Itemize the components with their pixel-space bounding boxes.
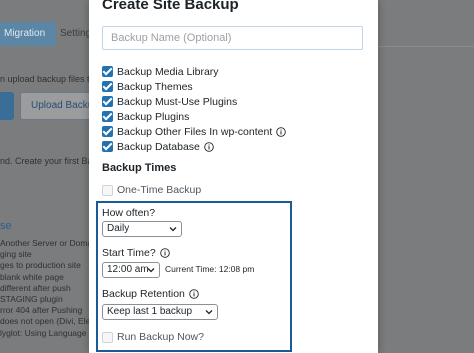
option-must-use-plugins[interactable]: Backup Must-Use Plugins: [102, 94, 372, 109]
start-time-value: 12:00 am: [107, 264, 149, 275]
divider: [378, 46, 474, 47]
option-label: Backup Media Library: [117, 65, 219, 78]
info-circle-icon[interactable]: [189, 289, 199, 299]
option-label: Backup Database: [117, 140, 200, 153]
backup-options-list: Backup Media Library Backup Themes Backu…: [102, 64, 372, 154]
modal-title: Create Site Backup: [102, 0, 239, 13]
background-section-title: se: [0, 220, 12, 232]
start-time-label: Start Time?: [102, 247, 170, 259]
list-item[interactable]: rror 404 after Pushing: [0, 305, 100, 316]
retention-label-text: Backup Retention: [102, 288, 185, 300]
checkbox-checked-icon[interactable]: [102, 81, 113, 92]
background-help-list: Another Server or Domain ging site ges t…: [0, 238, 100, 339]
info-circle-icon[interactable]: [159, 248, 170, 258]
upload-hint-text: n upload backup files to a: [0, 74, 100, 84]
checkbox-checked-icon[interactable]: [102, 96, 113, 107]
checkbox-checked-icon[interactable]: [102, 66, 113, 77]
option-plugins[interactable]: Backup Plugins: [102, 109, 372, 124]
list-item[interactable]: ges to production site: [0, 260, 100, 271]
info-circle-icon[interactable]: [204, 141, 214, 152]
run-backup-now-option[interactable]: Run Backup Now?: [102, 330, 204, 344]
background-right-panel: [378, 0, 474, 353]
retention-value: Keep last 1 backup: [107, 306, 193, 317]
retention-select[interactable]: Keep last 1 backup: [102, 304, 218, 320]
list-item[interactable]: STAGING plugin: [0, 294, 100, 305]
checkbox-checked-icon[interactable]: [102, 141, 113, 152]
how-often-label-text: How often?: [102, 207, 156, 219]
option-database[interactable]: Backup Database: [102, 139, 372, 154]
checkbox-unchecked-icon[interactable]: [102, 331, 113, 343]
list-item[interactable]: different after push: [0, 283, 100, 294]
checkbox-unchecked-icon[interactable]: [102, 184, 113, 196]
info-circle-icon[interactable]: [276, 126, 287, 137]
tab-migration[interactable]: Migration: [0, 22, 56, 46]
how-often-label: How often?: [102, 207, 155, 219]
option-label: Backup Must-Use Plugins: [117, 95, 238, 108]
checkbox-checked-icon[interactable]: [102, 111, 113, 122]
backup-times-heading: Backup Times: [102, 162, 177, 174]
one-time-backup-option[interactable]: One-Time Backup: [102, 183, 201, 197]
list-item[interactable]: blank white page: [0, 272, 100, 283]
background-actions: Upload Backup: [0, 92, 100, 122]
option-themes[interactable]: Backup Themes: [102, 79, 372, 94]
start-time-select[interactable]: 12:00 am: [102, 262, 160, 278]
chevron-down-icon: [205, 310, 213, 315]
option-label: Backup Themes: [117, 80, 193, 93]
chevron-down-icon: [147, 268, 155, 273]
list-item[interactable]: lyglot: Using Language Co: [0, 328, 100, 339]
start-time-label-text: Start Time?: [102, 247, 156, 259]
create-backup-modal: Create Site Backup Backup Media Library …: [89, 0, 378, 353]
empty-state-text: nd. Create your first Backup: [0, 156, 100, 166]
list-item[interactable]: Another Server or Domain: [0, 238, 100, 249]
option-label: Backup Plugins: [117, 110, 190, 123]
list-item[interactable]: does not open (Divi, Elemen: [0, 316, 100, 327]
chevron-down-icon: [169, 227, 177, 232]
current-time-text: Current Time: 12:08 pm: [165, 264, 255, 274]
retention-label: Backup Retention: [102, 288, 199, 300]
one-time-backup-label: One-Time Backup: [117, 184, 202, 196]
list-item[interactable]: ging site: [0, 249, 100, 260]
create-backup-button[interactable]: [0, 92, 14, 120]
how-often-select[interactable]: Daily: [102, 221, 182, 237]
how-often-value: Daily: [107, 223, 130, 234]
checkbox-checked-icon[interactable]: [102, 126, 113, 137]
option-other-files[interactable]: Backup Other Files In wp-content: [102, 124, 372, 139]
option-label: Backup Other Files In wp-content: [117, 125, 273, 138]
run-backup-now-label: Run Backup Now?: [117, 331, 204, 343]
backup-name-input[interactable]: [102, 26, 363, 50]
upload-backup-button[interactable]: Upload Backup: [20, 92, 100, 120]
background-tabs: Migration Settings: [0, 22, 100, 46]
option-media-library[interactable]: Backup Media Library: [102, 64, 372, 79]
